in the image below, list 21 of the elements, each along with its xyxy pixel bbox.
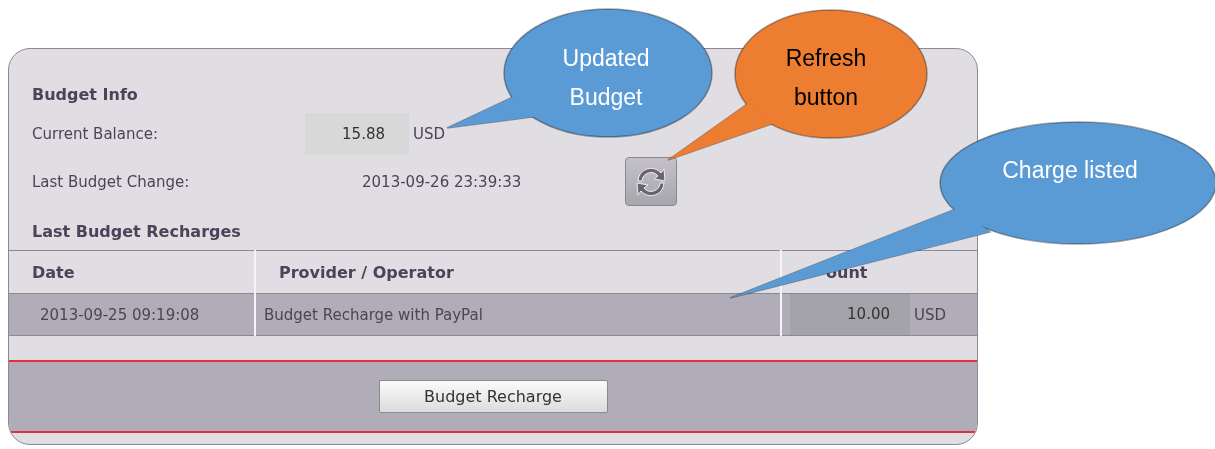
column-header: Provider / Operator xyxy=(255,250,781,294)
currency-label: USD xyxy=(413,125,446,143)
callout-text: Budget xyxy=(569,84,643,110)
section-heading: Last Budget Recharges xyxy=(32,221,241,243)
refresh-button[interactable] xyxy=(625,157,677,206)
table-cell: 2013-09-25 09:19:08 xyxy=(9,293,255,336)
callout-text: Refresh xyxy=(785,45,867,71)
table-row[interactable]: 2013-09-25 09:19:08 Budget Recharge with PayPal 10.00 USD xyxy=(9,293,977,336)
balance-field: 15.88 xyxy=(305,113,409,155)
table-cell: Budget Recharge with PayPal xyxy=(255,293,781,336)
callout-text: button xyxy=(794,84,858,110)
field-label: Last Budget Change: xyxy=(32,172,191,191)
section-heading: Budget Info xyxy=(32,84,138,106)
field-label: Current Balance: xyxy=(32,125,159,143)
column-header: Date xyxy=(9,250,255,294)
date-value: 2013-09-26 23:39:33 xyxy=(362,172,523,191)
callout-text: Charge listed xyxy=(1002,157,1138,183)
callout-text: Updated xyxy=(562,45,650,71)
amount-field: 10.00 xyxy=(790,294,910,335)
currency-label: USD xyxy=(914,305,947,324)
recharge-button[interactable]: Budget Recharge xyxy=(378,380,608,413)
